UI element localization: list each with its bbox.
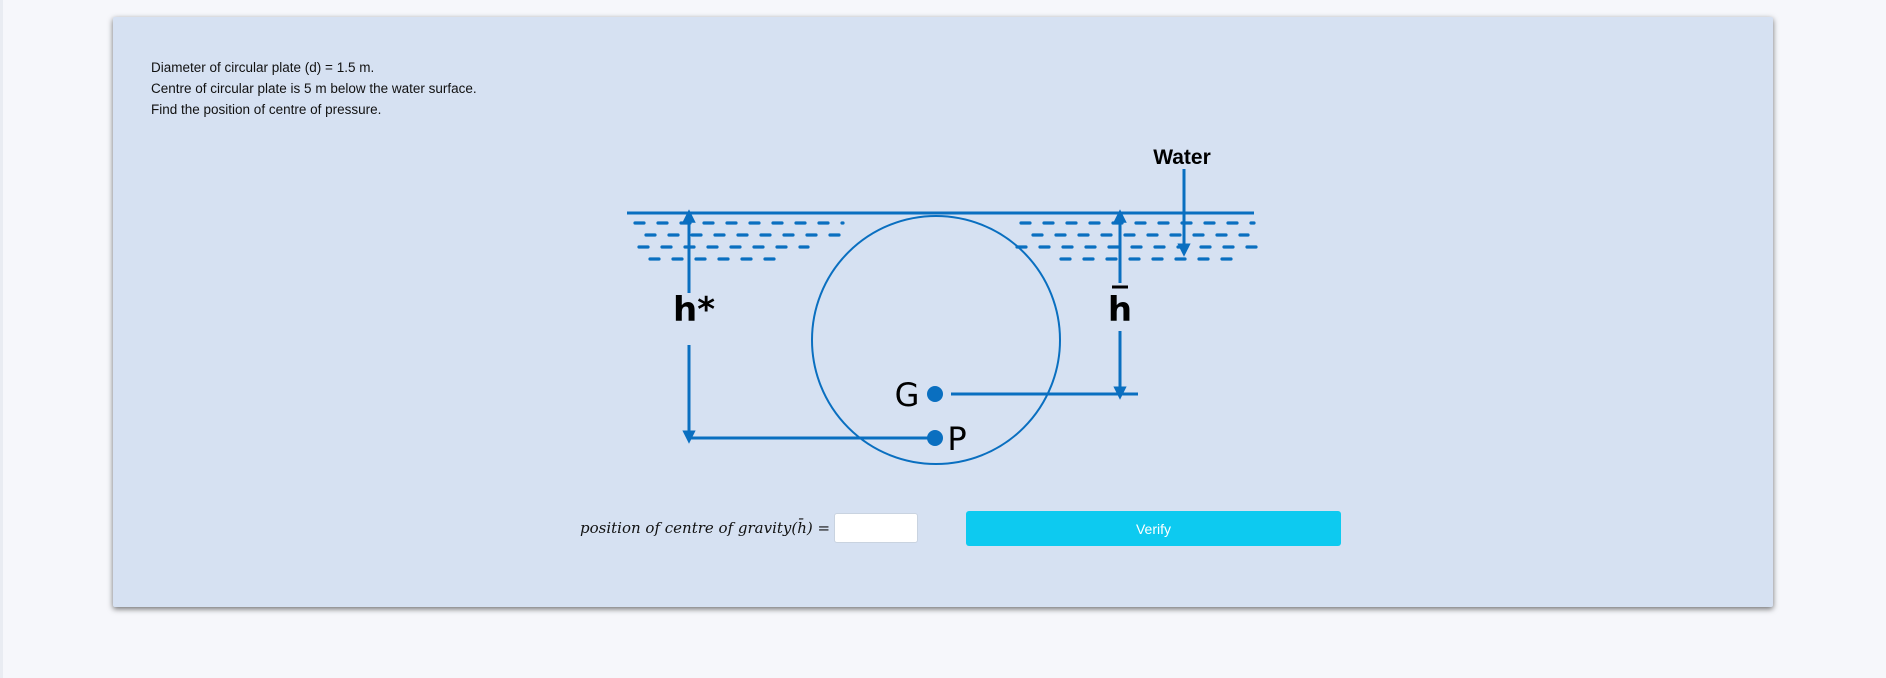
problem-line-task: Find the position of centre of pressure. [151, 102, 382, 117]
centre-of-gravity-point [927, 386, 943, 402]
page: Diameter of circular plate (d) = 1.5 m. … [0, 0, 1886, 678]
p-label: P [947, 420, 966, 458]
answer-input[interactable] [834, 513, 919, 543]
answer-label: position of centre of gravity(h̄) = [580, 519, 831, 537]
centre-of-pressure-point [927, 430, 943, 446]
answer-row: position of centre of gravity(h̄) = [580, 511, 919, 545]
problem-statement: Diameter of circular plate (d) = 1.5 m. … [151, 57, 477, 120]
verify-button[interactable]: Verify [966, 511, 1341, 546]
question-card: Diameter of circular plate (d) = 1.5 m. … [113, 17, 1773, 607]
h-star-label: h* [673, 290, 715, 330]
problem-line-depth: Centre of circular plate is 5 m below th… [151, 81, 477, 96]
water-label: Water [1153, 146, 1211, 169]
h-bar-label: h [1108, 290, 1132, 330]
left-edge-strip [0, 0, 3, 678]
problem-line-diameter: Diameter of circular plate (d) = 1.5 m. [151, 60, 375, 75]
water-waves-right [1015, 221, 1261, 261]
plate-diagram: h* h Water G P [627, 146, 1261, 465]
g-label: G [895, 376, 920, 414]
water-waves-left [633, 221, 845, 261]
circular-plate [811, 215, 1061, 465]
